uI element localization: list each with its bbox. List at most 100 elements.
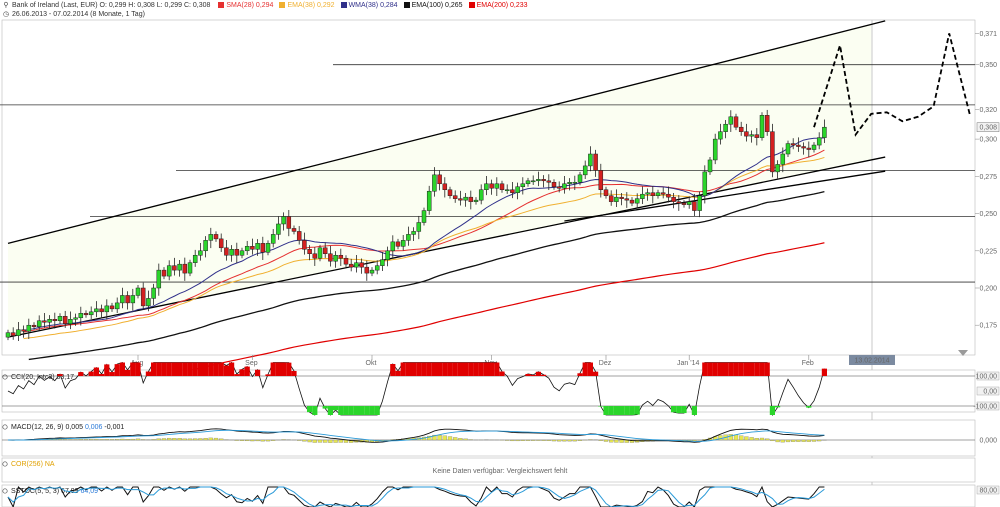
candle-body: [239, 250, 245, 256]
candle-body: [718, 131, 723, 140]
macd-histogram-bar: [219, 438, 224, 441]
cor-notice: Keine Daten verfügbar: Vergleichswert fe…: [433, 468, 568, 475]
candle-body: [432, 174, 437, 192]
candle-body: [562, 183, 567, 189]
candle-body: [421, 210, 427, 223]
macd-histogram-bar: [213, 437, 219, 441]
macd-histogram-bar: [182, 438, 187, 441]
macd-histogram-bar: [203, 437, 208, 441]
candle-body: [775, 164, 780, 173]
candle-body: [94, 308, 99, 313]
candle-body: [640, 193, 645, 199]
macd-histogram-bar: [796, 439, 801, 442]
price-tick-label: 0,371: [979, 31, 997, 38]
candle-body: [177, 263, 182, 271]
candle-body: [198, 250, 203, 256]
candle-body: [374, 265, 380, 271]
candle-body: [692, 201, 697, 211]
candle-body: [208, 234, 214, 241]
macd-histogram-bar: [739, 435, 744, 441]
chart-canvas[interactable]: 0,175 0,200 0,225 0,250 0,275 0,300 0,320 0,350…: [0, 0, 1000, 507]
candle-body: [224, 247, 229, 256]
candle-body: [234, 249, 240, 256]
candle-body: [10, 332, 16, 336]
macd-histogram-bar: [453, 437, 458, 441]
macd-histogram-bar: [302, 439, 307, 442]
macd-histogram-bar: [89, 439, 94, 441]
candle-body: [764, 115, 770, 132]
macd-histogram-bar: [333, 439, 338, 443]
candle-body: [801, 146, 806, 149]
candle-body: [510, 189, 515, 193]
macd-histogram-bar: [510, 439, 515, 442]
macd-histogram-bar: [317, 439, 323, 443]
candle-body: [187, 262, 193, 274]
month-label: Jan '14: [677, 360, 699, 367]
candle-body: [624, 198, 630, 201]
candle-body: [328, 253, 333, 262]
candle-body: [806, 147, 812, 150]
candle-body: [255, 243, 260, 250]
macd-histogram-bar: [312, 439, 317, 443]
candle-body: [380, 259, 385, 266]
candle: [759, 112, 765, 141]
candle-body: [593, 153, 598, 171]
candle-body: [302, 240, 307, 250]
candle-body: [385, 250, 390, 260]
candle-body: [525, 180, 531, 185]
candle-body: [790, 143, 796, 146]
candle-body: [666, 193, 671, 198]
candle-body: [218, 238, 224, 249]
macd-histogram-bar: [557, 439, 562, 442]
candle-body: [416, 222, 422, 232]
candle-body: [83, 313, 89, 316]
candle-body: [104, 305, 110, 313]
candle-body: [395, 241, 401, 247]
price-tick-label: 0,320: [979, 107, 997, 114]
cci-axis-label: -100,00: [973, 404, 997, 411]
candle-body: [286, 216, 292, 229]
candle-body: [281, 216, 286, 225]
candle-body: [603, 189, 609, 196]
candle-body: [796, 144, 801, 147]
candle-body: [489, 183, 494, 189]
candle-body: [229, 249, 234, 256]
macd-histogram-bar: [458, 438, 463, 441]
macd-histogram-bar: [156, 438, 161, 441]
macd-histogram-bar: [255, 439, 260, 442]
candle-body: [577, 174, 583, 183]
macd-histogram-bar: [588, 439, 593, 441]
macd-histogram-bar: [187, 438, 193, 441]
candle-body: [192, 254, 198, 263]
candle-body: [463, 196, 468, 201]
month-label: Sep: [245, 360, 258, 367]
candle-body: [36, 320, 42, 327]
macd-histogram-bar: [442, 435, 447, 441]
macd-histogram-bar: [245, 439, 250, 442]
candle-body: [770, 131, 775, 173]
candle-body: [21, 329, 26, 332]
last-price-label: 0,308: [979, 125, 997, 132]
macd-histogram-bar: [505, 439, 510, 441]
candle-body: [608, 195, 614, 202]
macd-histogram-bar: [99, 439, 104, 441]
candle-body: [452, 195, 458, 199]
candle-body: [629, 199, 635, 204]
macd-histogram-bar: [328, 439, 333, 443]
candle-body: [270, 234, 276, 244]
sstoc-axis-label: 80,00: [979, 488, 997, 495]
macd-histogram-bar: [193, 438, 198, 441]
macd-histogram-bar: [198, 438, 203, 441]
macd-histogram-bar: [572, 439, 577, 442]
candle-body: [369, 269, 375, 274]
macd-histogram-bar: [161, 438, 167, 441]
macd-histogram-bar: [78, 439, 83, 441]
macd-histogram-bar: [770, 439, 775, 442]
candle-body: [161, 269, 167, 277]
macd-histogram-bar: [177, 438, 182, 441]
candle-body: [816, 137, 822, 146]
candle-body: [109, 305, 115, 310]
candle-body: [5, 332, 11, 338]
macd-histogram-bar: [307, 439, 312, 443]
candle-body: [541, 179, 546, 182]
